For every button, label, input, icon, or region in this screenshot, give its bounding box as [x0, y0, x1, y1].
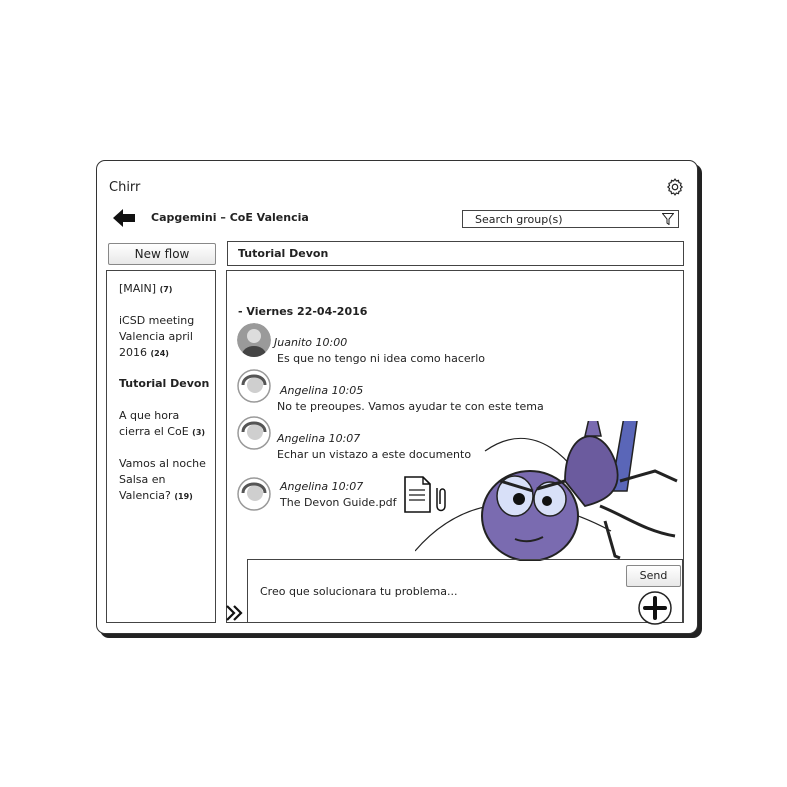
sidebar-item-label: [MAIN]	[119, 282, 157, 295]
filter-icon[interactable]	[662, 213, 674, 225]
avatar	[237, 369, 271, 403]
send-button[interactable]: Send	[626, 565, 681, 587]
message-meta: Angelina 10:07	[280, 480, 364, 493]
message-text: Es que no tengo ni idea como hacerlo	[277, 352, 485, 365]
sidebar-item-main[interactable]: [MAIN] (7)	[119, 281, 214, 298]
sidebar-item-count: (3)	[192, 428, 206, 437]
message-meta: Angelina 10:05	[280, 384, 364, 397]
search-input[interactable]: Search group(s)	[462, 210, 679, 228]
group-title: Capgemini – CoE Valencia	[151, 211, 309, 224]
message-input[interactable]: Creo que solucionara tu problema...	[260, 585, 458, 598]
avatar	[237, 416, 271, 450]
document-attachment-icon[interactable]	[403, 476, 447, 514]
cricket-mascot-image	[415, 421, 678, 561]
date-header: - Viernes 22-04-2016	[238, 305, 368, 318]
app-window: Chirr Capgemini – CoE Valencia Search gr…	[96, 160, 698, 634]
message-meta: Angelina 10:07	[277, 432, 361, 445]
message-meta: Juanito 10:00	[274, 336, 348, 349]
plus-icon[interactable]	[638, 591, 672, 625]
message-composer[interactable]: Creo que solucionara tu problema... Send	[247, 559, 683, 622]
sidebar-item-tutorial-devon[interactable]: Tutorial Devon	[119, 376, 214, 392]
gear-icon[interactable]	[665, 177, 685, 197]
expand-chevrons-icon[interactable]	[225, 603, 245, 623]
sidebar-item-label: A que hora cierra el CoE	[119, 409, 189, 438]
sidebar-item-count: (24)	[150, 349, 169, 358]
sidebar-item-count: (7)	[159, 285, 173, 294]
message-text: Echar un vistazo a este documento	[277, 448, 472, 461]
topic-title: Tutorial Devon	[227, 241, 684, 266]
sidebar-item-label: Vamos al noche Salsa en Valencia?	[119, 457, 206, 502]
sidebar-item-icsd-meeting[interactable]: iCSD meeting Valencia april 2016 (24)	[119, 313, 214, 362]
flow-sidebar: [MAIN] (7) iCSD meeting Valencia april 2…	[106, 270, 216, 623]
sidebar-item-salsa[interactable]: Vamos al noche Salsa en Valencia? (19)	[119, 456, 214, 505]
attachment-link[interactable]: The Devon Guide.pdf	[280, 496, 397, 509]
sidebar-item-count: (19)	[174, 492, 193, 501]
sidebar-item-label: Tutorial Devon	[119, 377, 210, 390]
avatar	[237, 477, 271, 511]
avatar	[237, 323, 271, 357]
sidebar-item-a-que-hora[interactable]: A que hora cierra el CoE (3)	[119, 408, 214, 441]
back-arrow-icon[interactable]	[113, 209, 135, 227]
search-placeholder: Search group(s)	[475, 213, 563, 226]
message-text: No te preoupes. Vamos ayudar te con este…	[277, 400, 544, 413]
new-flow-button[interactable]: New flow	[108, 243, 216, 265]
app-title: Chirr	[109, 180, 141, 195]
